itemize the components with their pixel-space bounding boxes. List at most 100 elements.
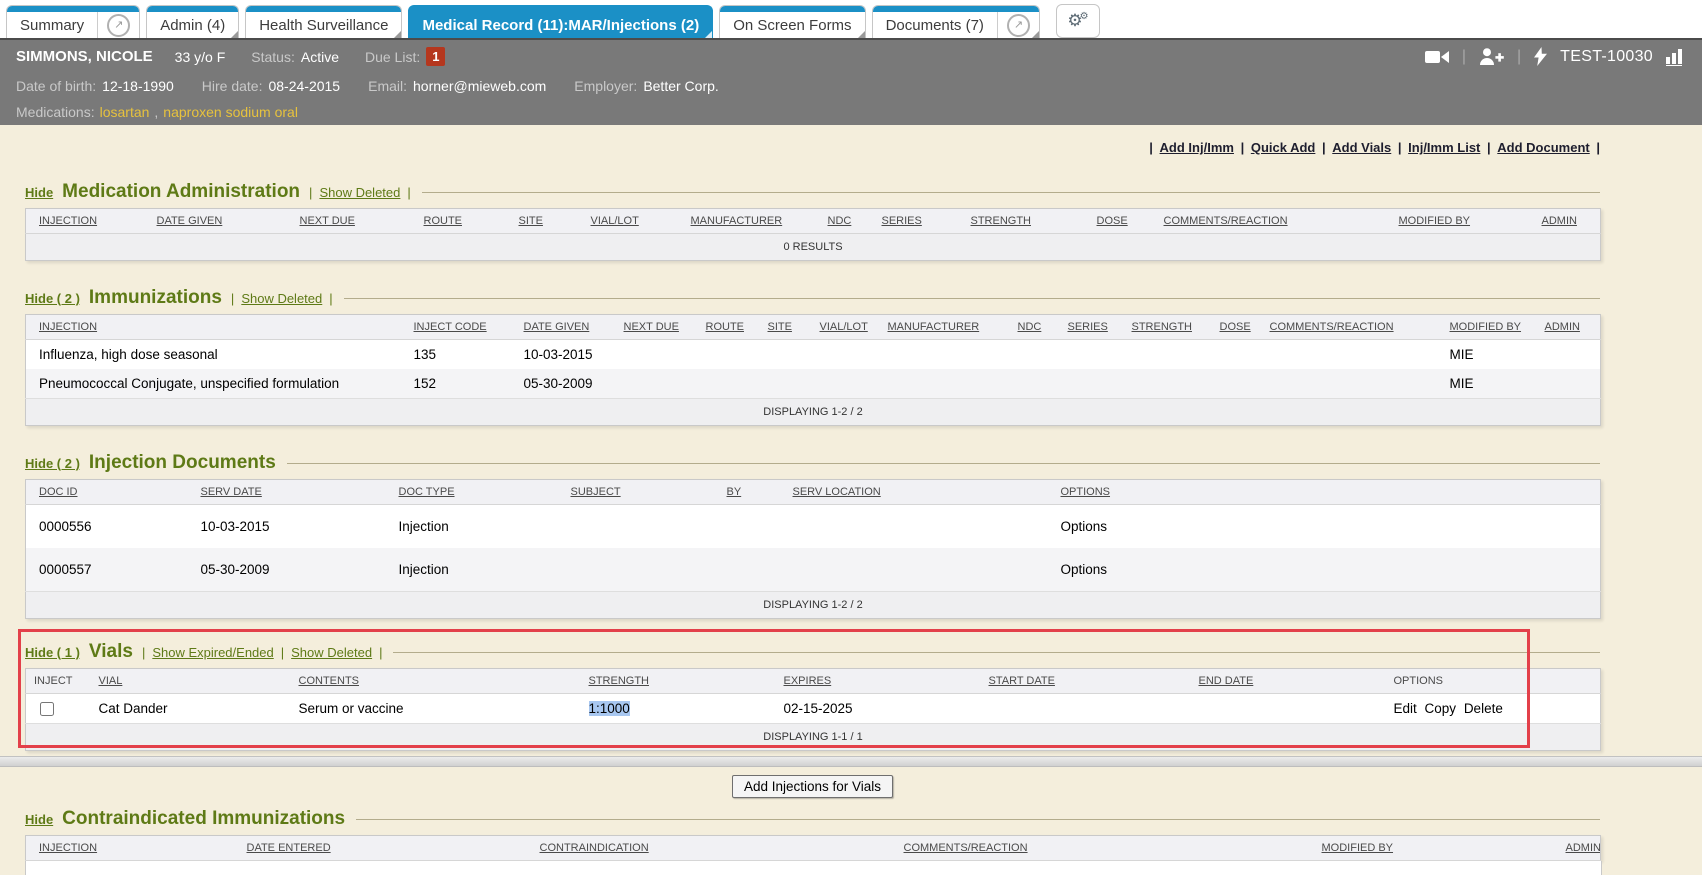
horizontal-scrollbar[interactable] (0, 756, 1702, 767)
column-header: SERV LOCATION (780, 480, 1048, 505)
pipe: | (281, 645, 284, 660)
column-header: BY (714, 480, 780, 505)
column-header: DOSE (1084, 209, 1151, 234)
tab-medical-record[interactable]: Medical Record (11):MAR/Injections (2) (408, 5, 713, 38)
empty-row (25, 861, 1602, 875)
pipe: | (379, 645, 382, 660)
column-header: CONTRAINDICATION (527, 836, 891, 861)
summary-popout-button[interactable]: ↗ (97, 6, 139, 38)
column-header: STRENGTH (958, 209, 1084, 234)
vial-copy-link[interactable]: Copy (1425, 701, 1457, 716)
video-camera-icon[interactable] (1425, 50, 1449, 64)
med-admin-title: Medication Administration (62, 181, 300, 203)
column-header: ADMIN (1553, 836, 1601, 861)
lightning-bolt-icon[interactable] (1534, 47, 1547, 66)
contraindicated-header-row: INJECTION DATE ENTERED CONTRAINDICATION … (26, 836, 1601, 861)
immunizations-hide-link[interactable]: Hide ( 2 ) (25, 291, 80, 306)
tab-summary-label: Summary (7, 6, 97, 38)
column-header: VIAL/LOT (578, 209, 678, 234)
add-injections-for-vials-button[interactable]: Add Injections for Vials (732, 775, 893, 798)
vials-show-deleted-link[interactable]: Show Deleted (291, 645, 372, 660)
system-id: TEST-10030 (1560, 48, 1653, 66)
pipe: | (1322, 140, 1326, 155)
add-document-link[interactable]: Add Document (1497, 140, 1589, 155)
tab-health-surveillance-label: Health Surveillance (246, 6, 401, 38)
serv-date: 05-30-2009 (188, 548, 386, 592)
injection-documents-hide-link[interactable]: Hide ( 2 ) (25, 456, 80, 471)
settings-gear-button[interactable]: ⚙ ⚙ (1056, 4, 1100, 38)
column-header: MANUFACTURER (678, 209, 815, 234)
vials-hide-link[interactable]: Hide ( 1 ) (25, 645, 80, 660)
injection-documents-footer-row: DISPLAYING 1-2 / 2 (26, 592, 1601, 619)
vial-edit-link[interactable]: Edit (1394, 701, 1417, 716)
vial-strength: 1:1000 (576, 694, 771, 724)
comma: , (154, 104, 158, 120)
column-header: INJECTION (26, 836, 234, 861)
column-header: SERIES (869, 209, 958, 234)
document-options-link[interactable]: Options (1061, 519, 1108, 534)
pipe: | (309, 185, 312, 200)
medications-label: Medications: (16, 104, 95, 120)
immunizations-title: Immunizations (89, 287, 222, 309)
modified-by: MIE (1437, 340, 1532, 370)
doc-id: 0000556 (26, 505, 188, 549)
column-header: SUBJECT (558, 480, 714, 505)
tab-documents-label: Documents (7) (873, 6, 997, 38)
add-user-icon[interactable] (1479, 48, 1504, 65)
column-header: NEXT DUE (611, 315, 693, 340)
tab-summary[interactable]: Summary ↗ (6, 5, 140, 38)
section-rule (287, 463, 1600, 464)
bar-chart-icon[interactable] (1666, 47, 1686, 66)
email-label: Email: (368, 78, 407, 94)
due-list-badge[interactable]: 1 (426, 47, 445, 66)
tab-documents[interactable]: Documents (7) ↗ (872, 5, 1040, 38)
due-list-label: Due List: (365, 49, 420, 65)
tab-health-surveillance[interactable]: Health Surveillance (245, 5, 402, 38)
add-vials-link[interactable]: Add Vials (1332, 140, 1391, 155)
med-admin-hide-link[interactable]: Hide (25, 185, 53, 200)
employer-label: Employer: (574, 78, 637, 94)
column-header: CONTENTS (286, 669, 576, 694)
quick-add-link[interactable]: Quick Add (1251, 140, 1316, 155)
popout-icon: ↗ (1007, 14, 1030, 37)
displaying-count: DISPLAYING 1-2 / 2 (26, 592, 1601, 619)
document-options-link[interactable]: Options (1061, 562, 1108, 577)
pipe: | (1487, 140, 1491, 155)
column-header: DATE GIVEN (144, 209, 287, 234)
immunizations-section-header: Hide ( 2 ) Immunizations | Show Deleted … (25, 287, 1600, 309)
med-admin-show-deleted-link[interactable]: Show Deleted (319, 185, 400, 200)
medication-link-losartan[interactable]: losartan (100, 104, 150, 120)
inject-code: 135 (401, 340, 511, 370)
vials-show-expired-link[interactable]: Show Expired/Ended (152, 645, 273, 660)
date-given: 05-30-2009 (511, 369, 611, 399)
displaying-count: DISPLAYING 1-2 / 2 (26, 399, 1601, 426)
vials-footer-row: DISPLAYING 1-1 / 1 (26, 724, 1601, 751)
hire-date-value: 08-24-2015 (268, 78, 340, 94)
displaying-count: DISPLAYING 1-1 / 1 (26, 724, 1601, 751)
column-header: START DATE (976, 669, 1186, 694)
documents-popout-button[interactable]: ↗ (997, 6, 1039, 38)
medication-link-naproxen[interactable]: naproxen sodium oral (163, 104, 298, 120)
add-inj-imm-link[interactable]: Add Inj/Imm (1160, 140, 1234, 155)
separator: | (1462, 48, 1466, 66)
inj-imm-list-link[interactable]: Inj/Imm List (1408, 140, 1480, 155)
vial-inject-checkbox[interactable] (40, 702, 54, 716)
column-header: DATE ENTERED (234, 836, 527, 861)
column-header: DOC TYPE (386, 480, 558, 505)
pipe: | (1596, 140, 1600, 155)
vial-expires: 02-15-2025 (771, 694, 976, 724)
vial-delete-link[interactable]: Delete (1464, 701, 1503, 716)
column-header: STRENGTH (576, 669, 771, 694)
popout-icon: ↗ (107, 14, 130, 37)
column-header: VIAL/LOT (807, 315, 875, 340)
tab-admin[interactable]: Admin (4) (146, 5, 239, 38)
document-row: 0000556 10-03-2015 Injection Options (26, 505, 1601, 549)
tab-on-screen-forms[interactable]: On Screen Forms (719, 5, 865, 38)
column-header: NDC (815, 209, 869, 234)
contraindicated-table: INJECTION DATE ENTERED CONTRAINDICATION … (25, 835, 1601, 861)
immunization-row: Influenza, high dose seasonal 135 10-03-… (26, 340, 1601, 370)
column-header: DOSE (1207, 315, 1257, 340)
immunizations-show-deleted-link[interactable]: Show Deleted (241, 291, 322, 306)
gear-small-icon: ⚙ (1080, 11, 1089, 22)
contraindicated-hide-link[interactable]: Hide (25, 812, 53, 827)
